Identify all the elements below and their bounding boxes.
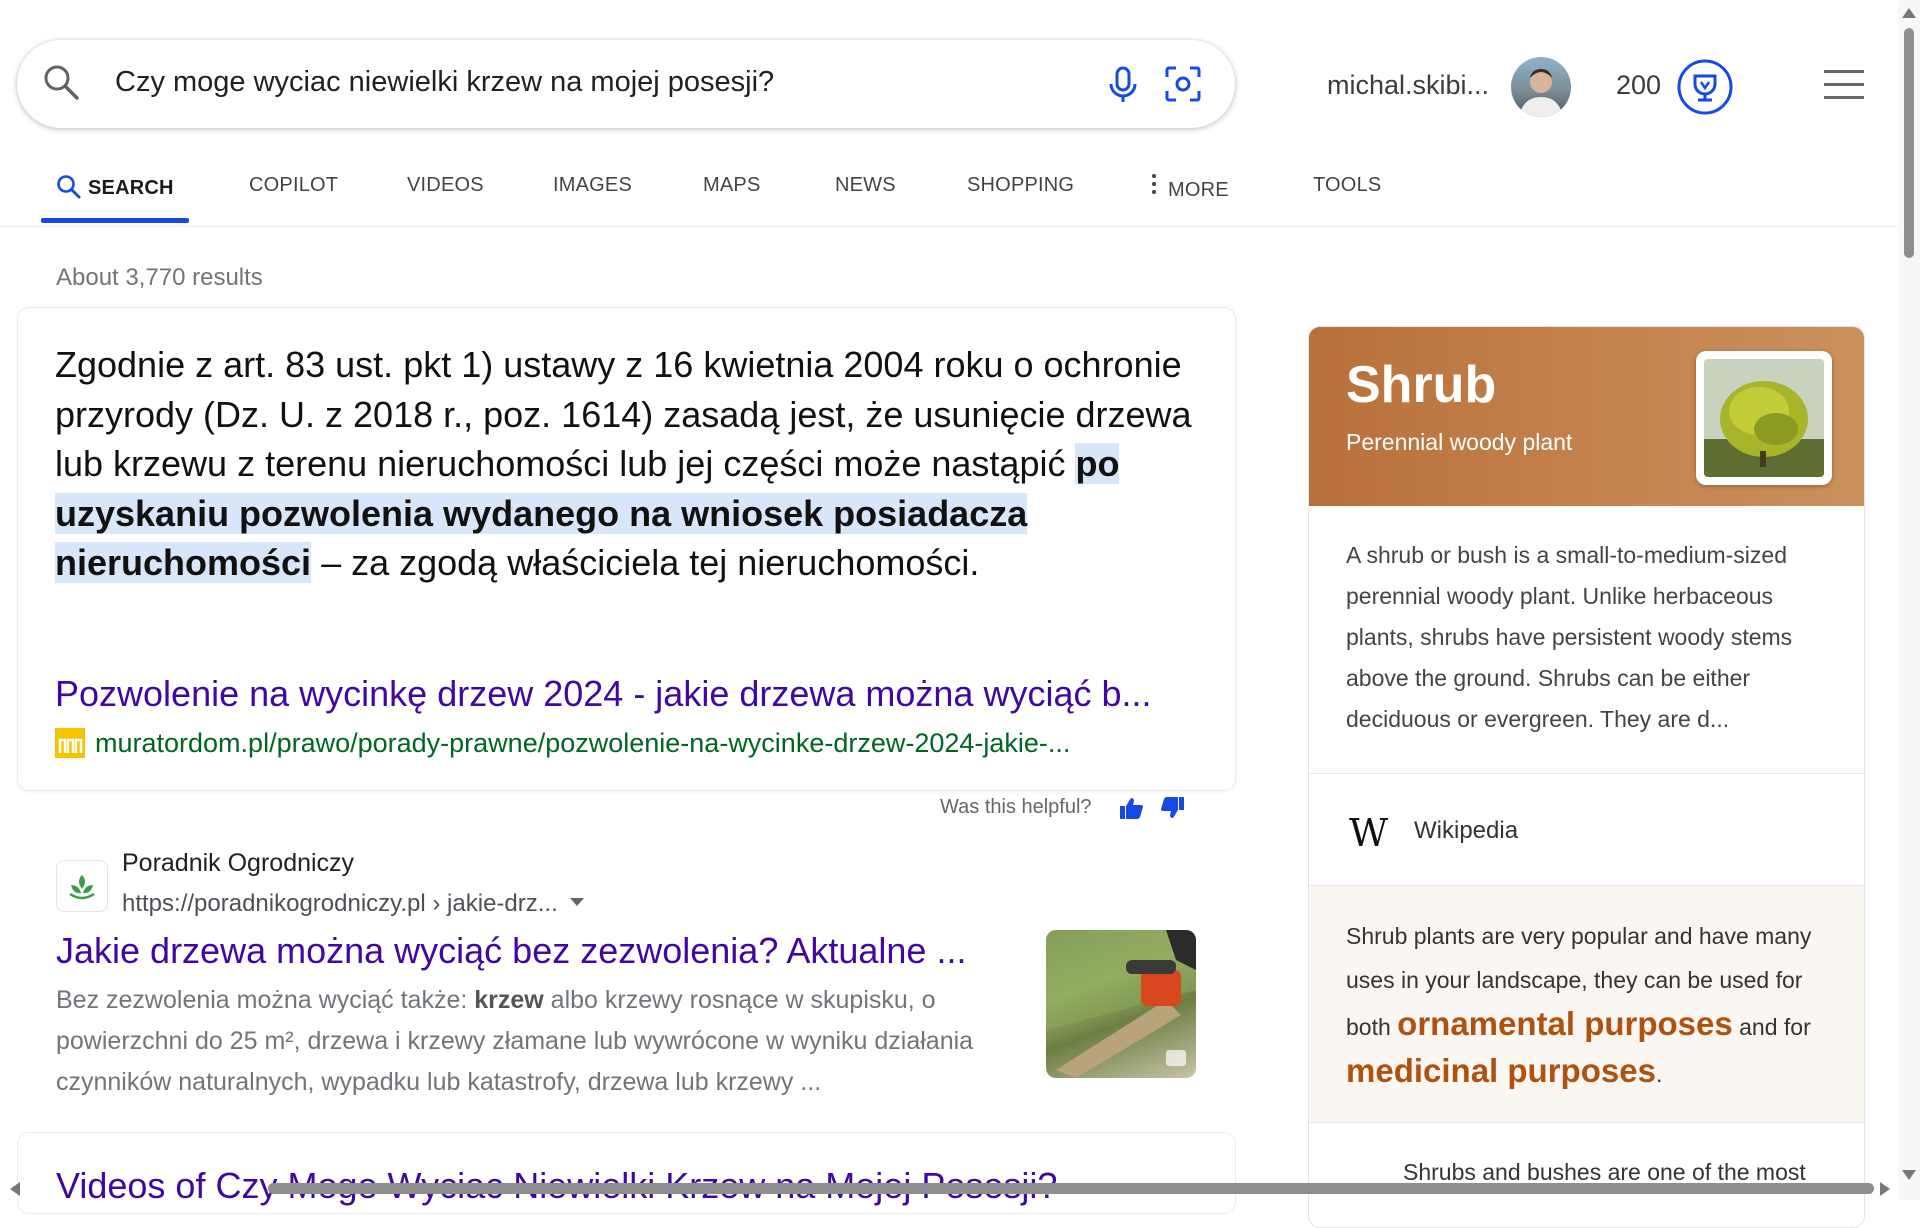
tab-tools[interactable]: TOOLS [1313,174,1381,197]
helpful-prompt: Was this helpful? [940,796,1092,818]
search-box[interactable]: Czy moge wyciac niewielki krzew na mojej… [17,40,1235,128]
usage-part: . [1655,1061,1663,1087]
chevron-down-icon[interactable] [569,886,584,914]
result-title-link[interactable]: Jakie drzewa można wyciąć bez zezwolenia… [56,930,996,972]
muratordom-favicon [55,728,85,758]
visual-search-icon[interactable] [1163,64,1203,109]
more-vertical-icon [1152,174,1156,200]
result-thumbnail[interactable] [1046,930,1196,1078]
tab-news[interactable]: NEWS [835,174,896,197]
tab-label: SEARCH [88,177,174,199]
rewards-points[interactable]: 200 [1616,70,1661,101]
knowledge-panel: Shrub Perennial woody plant A shrub or b… [1308,326,1865,1228]
result-url[interactable]: https://poradnikogrodniczy.pl › jakie-dr… [122,886,584,918]
poradnik-favicon[interactable] [56,860,108,912]
search-input[interactable]: Czy moge wyciac niewielki krzew na mojej… [115,66,774,99]
scroll-down-arrow-icon[interactable] [1902,1170,1916,1180]
result-url-text: https://poradnikogrodniczy.pl › jakie-dr… [122,890,558,917]
answer-card: Zgodnie z art. 83 ust. pkt 1) ustawy z 1… [17,307,1236,791]
snippet-bold: krzew [474,986,544,1014]
answer-url-text: muratordom.pl/prawo/porady-prawne/pozwol… [95,728,1071,758]
tab-videos[interactable]: VIDEOS [407,174,484,197]
horizontal-scroll-thumb[interactable] [268,1183,1874,1194]
scroll-right-arrow-icon[interactable] [1880,1182,1890,1196]
result-site-name[interactable]: Poradnik Ogrodniczy [122,849,354,878]
answer-source-url[interactable]: muratordom.pl/prawo/porady-prawne/pozwol… [55,728,1205,759]
vertical-scroll-thumb[interactable] [1904,28,1914,258]
search-tabs: SEARCH COPILOT VIDEOS IMAGES MAPS NEWS S… [0,160,1900,227]
wikipedia-icon[interactable]: W [1349,811,1388,855]
answer-text: Zgodnie z art. 83 ust. pkt 1) ustawy z 1… [55,340,1195,588]
snippet-part: Bez zezwolenia można wyciąć także: [56,986,475,1014]
tab-copilot[interactable]: COPILOT [249,174,338,197]
search-icon [57,175,81,199]
knowledge-panel-header: Shrub Perennial woody plant [1309,327,1864,506]
scroll-left-arrow-icon[interactable] [10,1182,20,1196]
kp-title[interactable]: Shrub [1346,355,1496,415]
search-icon[interactable] [41,62,81,107]
answer-text-part: – za zgodą właściciela tej nieruchomości… [311,542,980,584]
shrub-photo [1704,359,1824,477]
kp-usage-section: Shrub plants are very popular and have m… [1309,886,1864,1122]
tab-images[interactable]: IMAGES [553,174,632,197]
kp-description: A shrub or bush is a small-to-medium-siz… [1346,542,1793,732]
tab-more[interactable]: MORE [1152,174,1229,202]
microphone-icon[interactable] [1105,64,1141,109]
thumbs-down-icon[interactable] [1160,796,1186,825]
usage-part: and for [1732,1014,1811,1040]
kp-subtitle: Perennial woody plant [1346,429,1573,455]
kp-source-link[interactable]: Wikipedia [1414,817,1518,845]
rewards-trophy-icon[interactable] [1676,58,1734,121]
kp-more-text: Shrubs and bushes are one of the most [1403,1159,1806,1185]
account-username[interactable]: michal.skibi... [1327,70,1489,101]
avatar[interactable] [1511,57,1571,117]
result-snippet: Bez zezwolenia można wyciąć także: krzew… [56,980,1021,1103]
kp-shrub-image[interactable] [1696,351,1832,485]
tab-shopping[interactable]: SHOPPING [967,174,1074,197]
active-tab-indicator [41,218,189,223]
answer-source-link[interactable]: Pozwolenie na wycinkę drzew 2024 - jakie… [55,673,1205,715]
tab-maps[interactable]: MAPS [703,174,760,197]
thumbs-up-icon[interactable] [1118,796,1144,825]
kp-usage-text: Shrub plants are very popular and have m… [1346,914,1836,1096]
answer-text-part: Zgodnie z art. 83 ust. pkt 1) ustawy z 1… [55,344,1192,485]
divider [1309,1122,1864,1123]
scroll-up-arrow-icon[interactable] [1902,8,1916,18]
hamburger-menu-icon[interactable] [1824,70,1864,105]
results-count: About 3,770 results [56,264,263,291]
usage-emphasis: medicinal purposes [1346,1052,1656,1089]
tab-search[interactable]: SEARCH [56,174,174,200]
usage-emphasis: ornamental purposes [1397,1005,1733,1042]
tab-label: MORE [1168,179,1229,201]
divider [1309,773,1864,774]
